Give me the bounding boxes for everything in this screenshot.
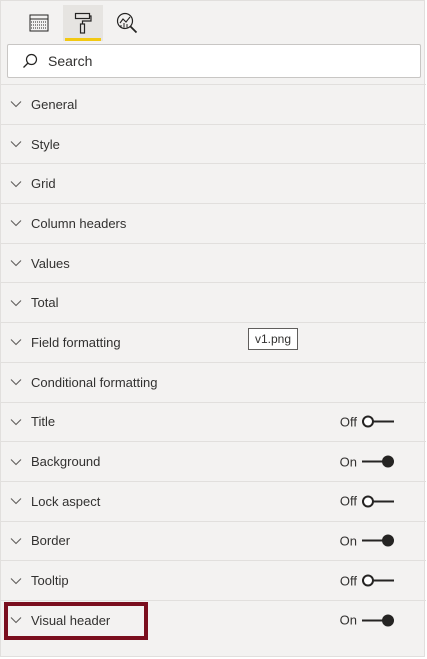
filename-overlay-label: v1.png <box>248 328 299 350</box>
section-label: Style <box>31 136 60 152</box>
toggle-state-label: On <box>339 533 357 549</box>
chevron-down-icon <box>9 494 23 508</box>
toggle-state-label: Off <box>339 414 357 430</box>
section-label: Total <box>31 295 59 311</box>
section-label: Background <box>31 454 101 470</box>
section-label: Grid <box>31 176 56 192</box>
chevron-down-icon <box>9 574 23 588</box>
chevron-down-icon <box>9 613 23 627</box>
section-total[interactable]: Total <box>1 282 426 322</box>
section-title[interactable]: Title Off <box>1 401 426 442</box>
section-label: Title <box>31 414 56 430</box>
toggle-state-label: On <box>339 454 357 470</box>
border-toggle[interactable]: On <box>338 533 394 548</box>
section-field-formatting[interactable]: Field formatting <box>1 322 426 362</box>
toggle-switch[interactable] <box>362 455 394 468</box>
section-column-headers[interactable]: Column headers <box>1 203 426 243</box>
section-label: Border <box>31 533 71 549</box>
section-label: General <box>31 96 78 112</box>
format-pane: General Style Grid Column headers Values… <box>0 0 426 657</box>
toggle-switch[interactable] <box>362 495 394 508</box>
section-general[interactable]: General <box>1 84 426 124</box>
chevron-down-icon <box>9 216 23 230</box>
chevron-down-icon <box>9 335 23 349</box>
section-label: Conditional formatting <box>31 374 158 390</box>
section-label: Field formatting <box>31 334 121 350</box>
section-tooltip[interactable]: Tooltip Off <box>1 560 426 600</box>
chevron-down-icon <box>9 177 23 191</box>
toggle-switch[interactable] <box>362 614 394 627</box>
section-conditional-formatting[interactable]: Conditional formatting <box>1 361 426 402</box>
tab-analytics[interactable] <box>107 5 147 41</box>
section-values[interactable]: Values <box>1 242 426 283</box>
toggle-state-label: On <box>339 612 357 628</box>
toggle-switch[interactable] <box>362 574 394 587</box>
tooltip-toggle[interactable]: Off <box>338 573 394 588</box>
section-grid[interactable]: Grid <box>1 163 426 203</box>
format-section-list: General Style Grid Column headers Values… <box>1 84 426 640</box>
chevron-down-icon <box>9 97 23 111</box>
section-label: Visual header <box>31 612 111 628</box>
background-toggle[interactable]: On <box>338 454 394 469</box>
chevron-down-icon <box>9 375 23 389</box>
chevron-down-icon <box>9 455 23 469</box>
section-label: Column headers <box>31 215 127 231</box>
search-icon <box>22 53 38 69</box>
section-border[interactable]: Border On <box>1 520 426 561</box>
section-label: Lock aspect <box>31 493 101 509</box>
section-lock-aspect[interactable]: Lock aspect Off <box>1 480 426 521</box>
toggle-switch[interactable] <box>362 534 394 547</box>
section-label: Values <box>31 255 70 271</box>
toggle-state-label: Off <box>339 573 357 589</box>
table-icon <box>29 14 49 32</box>
chevron-down-icon <box>9 137 23 151</box>
visual-header-toggle[interactable]: On <box>338 613 394 628</box>
pane-tab-bar <box>19 5 147 41</box>
tab-format[interactable] <box>63 5 103 41</box>
section-label: Tooltip <box>31 573 69 589</box>
paint-roller-icon <box>74 12 92 34</box>
toggle-state-label: Off <box>339 493 357 509</box>
tab-fields[interactable] <box>19 5 59 41</box>
chevron-down-icon <box>9 296 23 310</box>
lock-aspect-toggle[interactable]: Off <box>338 494 394 509</box>
chevron-down-icon <box>9 415 23 429</box>
section-visual-header[interactable]: Visual header On <box>1 599 426 640</box>
section-background[interactable]: Background On <box>1 441 426 481</box>
chevron-down-icon <box>9 256 23 270</box>
title-toggle[interactable]: Off <box>338 414 394 429</box>
search-box[interactable] <box>7 44 421 78</box>
toggle-switch[interactable] <box>362 415 394 428</box>
chevron-down-icon <box>9 534 23 548</box>
analytics-magnifier-icon <box>116 12 138 34</box>
section-style[interactable]: Style <box>1 123 426 164</box>
search-input[interactable] <box>48 53 388 69</box>
